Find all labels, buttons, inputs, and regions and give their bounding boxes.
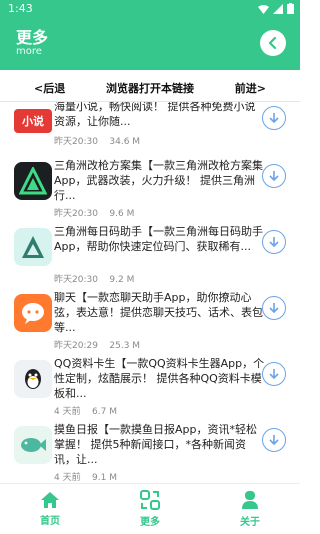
list-item[interactable]: QQ资料卡生【一款QQ资料卡生器App，个性定制，炫酷展示！ 提供各种QQ资料卡… — [0, 356, 300, 422]
item-size: 9.1 M — [92, 473, 117, 483]
item-meta: 4 天前 9.1 M — [54, 470, 117, 483]
item-size: 25.3 M — [109, 341, 141, 351]
browser-back-link[interactable]: <后退 — [34, 80, 65, 96]
item-meta: 昨天20:29 25.3 M — [54, 338, 140, 351]
list-item[interactable]: 三角洲改枪方案集【一款三角洲改枪方案集App，武器改装，火力升级！ 提供三角洲行… — [0, 158, 300, 224]
item-time: 4 天前 — [54, 473, 81, 483]
page-header: 更多 more — [0, 18, 300, 70]
download-button[interactable] — [262, 164, 286, 188]
download-button[interactable] — [262, 296, 286, 320]
download-arrow-icon — [269, 171, 279, 182]
fish-daily-app-icon — [14, 426, 52, 464]
list-item[interactable]: 聊天【一款恋聊天助手App，助你撩动心弦，表达意！提供恋聊天技巧、话术、表包等.… — [0, 290, 300, 356]
chevron-left-icon — [268, 37, 277, 49]
download-button[interactable] — [262, 230, 286, 254]
item-time: 昨天20:29 — [54, 341, 98, 351]
page-title: 更多 — [16, 28, 49, 47]
item-meta: 昨天20:30 9.2 M — [54, 272, 134, 285]
app-list: 小说 海量小说，畅快阅读！ 提供各种免费小说资源，让你随... 昨天20:30 … — [0, 102, 300, 483]
novel-app-icon: 小说 — [14, 102, 52, 140]
home-icon — [41, 492, 59, 508]
download-arrow-icon — [269, 303, 279, 314]
browser-forward-link[interactable]: 前进> — [235, 80, 266, 96]
nav-home[interactable]: 首页 — [0, 484, 100, 534]
item-time: 4 天前 — [54, 407, 81, 417]
nav-about-label: 关于 — [240, 517, 260, 528]
download-arrow-icon — [269, 435, 279, 446]
download-arrow-icon — [269, 237, 279, 248]
status-time: 1:43 — [8, 2, 33, 15]
list-item[interactable]: 摸鱼日报【一款摸鱼日报App，资讯*轻松掌握！ 提供5种新闻接口，*各种新闻资讯… — [0, 422, 300, 483]
item-size: 6.7 M — [92, 407, 117, 417]
status-bar: 1:43 — [0, 0, 300, 18]
item-meta: 4 天前 6.7 M — [54, 404, 117, 417]
page-subtitle: more — [16, 46, 42, 57]
item-time: 昨天20:30 — [54, 137, 98, 147]
item-size: 9.2 M — [109, 275, 135, 285]
chat-app-icon — [14, 294, 52, 332]
nav-more[interactable]: 更多 — [100, 484, 200, 534]
nav-about[interactable]: 关于 — [200, 484, 300, 534]
nav-more-label: 更多 — [140, 517, 160, 528]
item-time: 昨天20:30 — [54, 275, 98, 285]
download-arrow-icon — [269, 369, 279, 380]
battery-icon — [287, 3, 294, 14]
signal-icon — [273, 3, 283, 14]
person-icon — [242, 491, 258, 509]
delta-gun-app-icon — [14, 162, 52, 200]
download-arrow-icon — [269, 113, 279, 124]
item-description: 摸鱼日报【一款摸鱼日报App，资讯*轻松掌握！ 提供5种新闻接口，*各种新闻资讯… — [54, 423, 257, 466]
list-item[interactable]: 三角洲每日码助手【一款三角洲每日码助手App，帮助你快速定位码门、获取稀有...… — [0, 224, 300, 290]
download-button[interactable] — [262, 106, 286, 130]
item-time: 昨天20:30 — [54, 209, 98, 219]
bottom-nav: 首页 更多 关于 — [0, 483, 300, 534]
item-size: 34.6 M — [109, 137, 141, 147]
item-meta: 昨天20:30 9.6 M — [54, 206, 134, 219]
download-button[interactable] — [262, 362, 286, 386]
wifi-icon — [258, 4, 269, 14]
qq-card-app-icon — [14, 360, 52, 398]
item-description: 三角洲改枪方案集【一款三角洲改枪方案集App，武器改装，火力升级！ 提供三角洲行… — [54, 159, 263, 202]
back-button[interactable] — [260, 30, 286, 56]
item-size: 9.6 M — [109, 209, 135, 219]
status-icons — [258, 3, 294, 14]
delta-code-app-icon — [14, 228, 52, 266]
download-button[interactable] — [262, 428, 286, 452]
browser-toolbar: <后退 浏览器打开本链接 前进> — [0, 74, 300, 102]
item-description: QQ资料卡生【一款QQ资料卡生器App，个性定制，炫酷展示！ 提供各种QQ资料卡… — [54, 357, 265, 400]
nav-home-label: 首页 — [40, 516, 60, 527]
list-item[interactable]: 小说 海量小说，畅快阅读！ 提供各种免费小说资源，让你随... 昨天20:30 … — [0, 102, 300, 160]
item-meta: 昨天20:30 34.6 M — [54, 134, 140, 147]
more-icon — [140, 490, 160, 510]
item-description: 聊天【一款恋聊天助手App，助你撩动心弦，表达意！提供恋聊天技巧、话术、表包等.… — [54, 291, 263, 334]
open-in-browser-link[interactable]: 浏览器打开本链接 — [106, 80, 194, 96]
item-description: 三角洲每日码助手【一款三角洲每日码助手App，帮助你快速定位码门、获取稀有... — [54, 225, 263, 253]
item-description: 海量小说，畅快阅读！ 提供各种免费小说资源，让你随... — [54, 102, 256, 128]
